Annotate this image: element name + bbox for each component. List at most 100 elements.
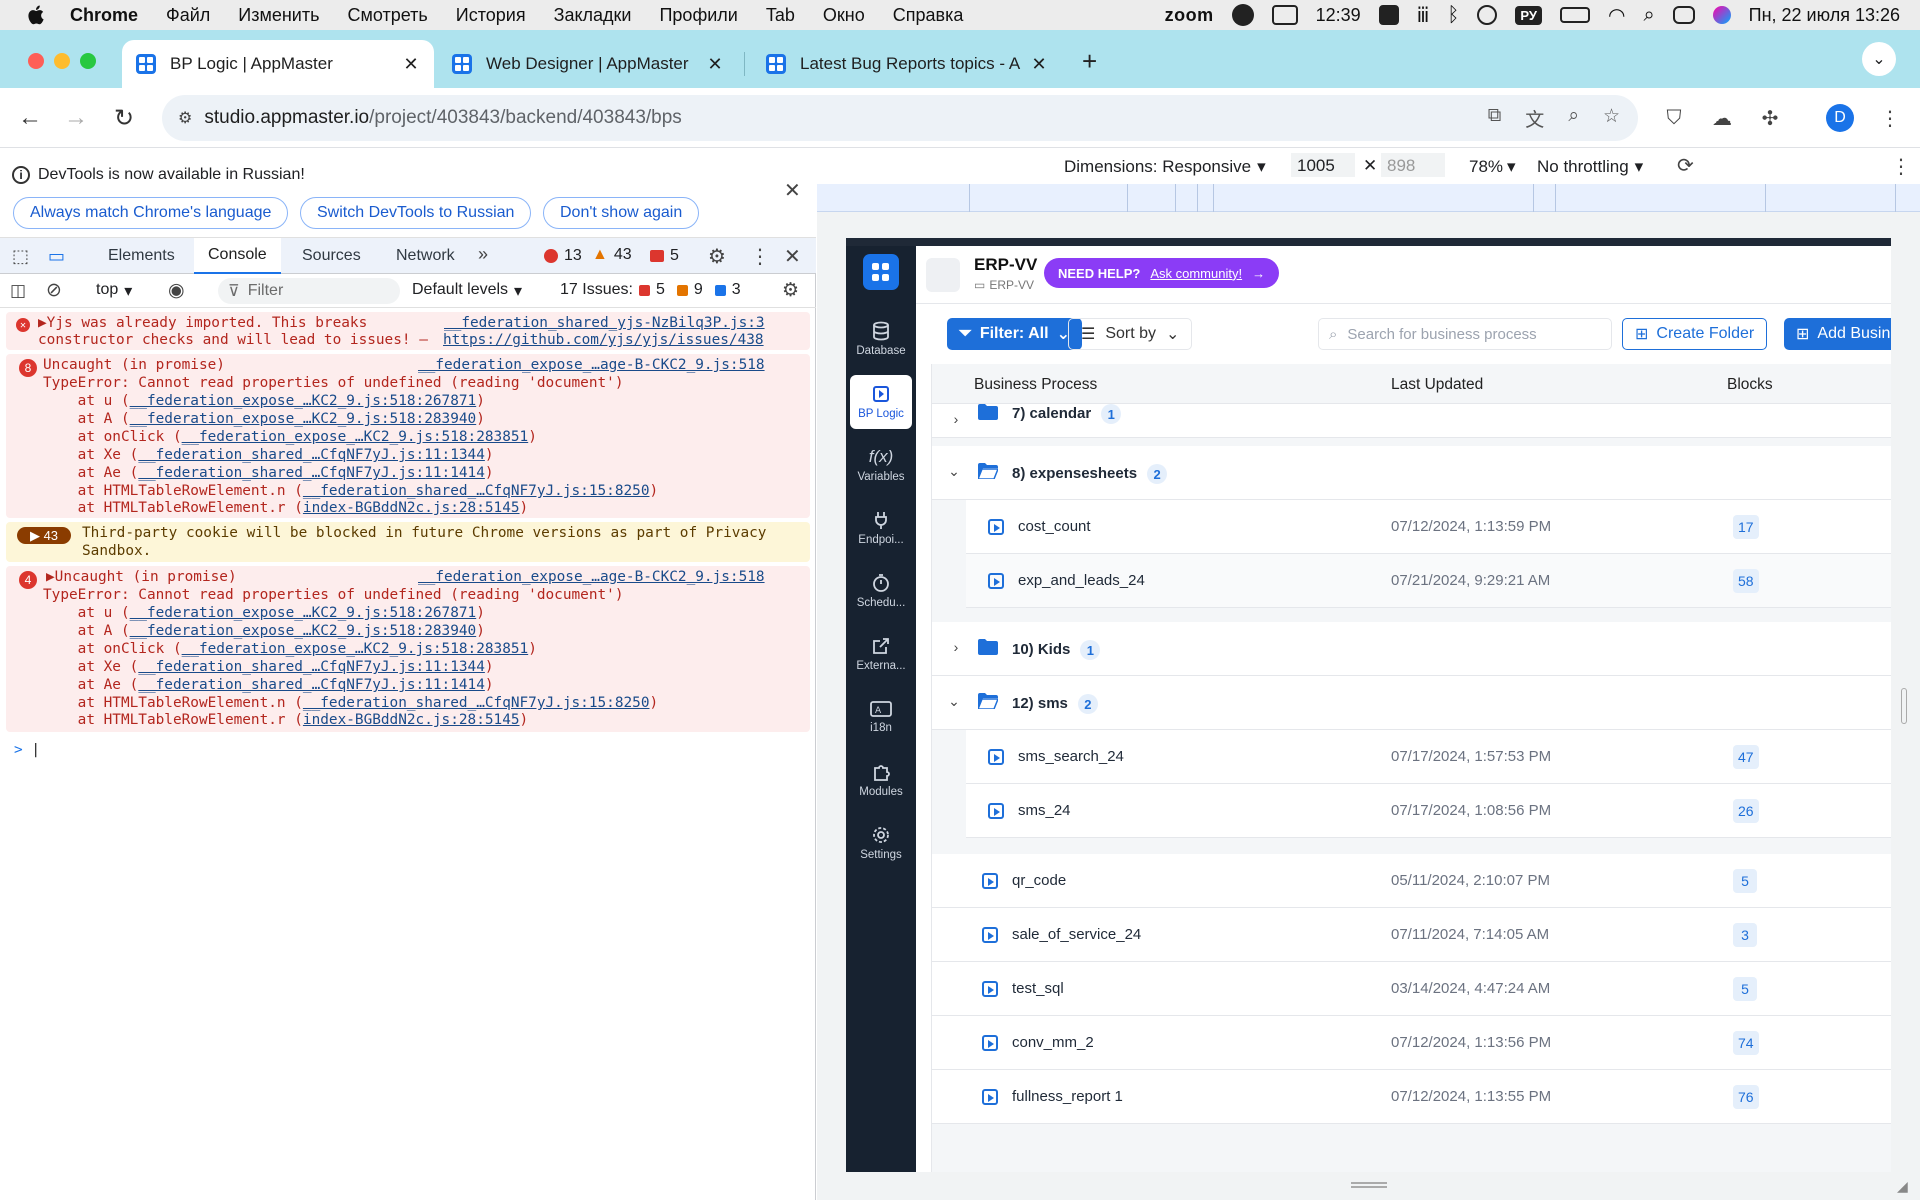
device-toolbar-icon[interactable]: ▭ xyxy=(48,246,65,267)
siri-icon[interactable] xyxy=(1712,6,1731,24)
close-window-button[interactable] xyxy=(28,53,44,69)
clear-console-icon[interactable]: ⊘ xyxy=(46,279,62,302)
menu-view[interactable]: Смотреть xyxy=(347,5,427,26)
tab-console[interactable]: Console xyxy=(194,238,281,274)
profile-avatar[interactable]: D xyxy=(1826,104,1854,132)
need-help-pill[interactable]: NEED HELP? Ask community! → xyxy=(1044,258,1280,288)
zoom-dropdown[interactable]: 78% ▾ xyxy=(1469,157,1516,177)
source-link[interactable]: __federation_shared_yjs-NzBilq3P.js:3 xyxy=(444,315,765,333)
menu-history[interactable]: История xyxy=(456,5,526,26)
source-link[interactable]: __federation_expose_…KC2_9.js:518:267871 xyxy=(130,393,477,409)
chevron-down-icon[interactable]: ⌄ xyxy=(944,461,964,481)
bookmark-star-icon[interactable]: ☆ xyxy=(1603,105,1620,132)
folder-row[interactable]: › 10) Kids 1 xyxy=(932,622,1891,676)
menu-tab[interactable]: Tab xyxy=(766,5,795,26)
console-filter-input[interactable]: ⊽ Filter xyxy=(218,278,400,304)
device-menu-icon[interactable]: ⋮ xyxy=(1891,154,1911,179)
bp-row[interactable]: sms_search_24 07/17/2024, 1:57:53 PM 47 xyxy=(966,730,1891,784)
telegram-icon[interactable] xyxy=(1231,4,1254,26)
appmaster-logo-icon[interactable] xyxy=(863,254,899,290)
tab-bp-logic[interactable]: BP Logic | AppMaster ✕ xyxy=(122,40,434,88)
folder-row[interactable]: ⌄ 8) expensesheets 2 xyxy=(932,446,1891,500)
menu-bookmarks[interactable]: Закладки xyxy=(554,5,632,26)
open-in-app-icon[interactable]: ⧉ xyxy=(1488,105,1502,132)
extensions-puzzle-icon[interactable]: ✣ xyxy=(1756,104,1784,132)
column-last-updated[interactable]: Last Updated xyxy=(1391,376,1483,394)
source-link[interactable]: __federation_shared_…CfqNF7yJ.js:11:1414 xyxy=(138,677,485,693)
menu-profiles[interactable]: Профили xyxy=(659,5,737,26)
clock-time[interactable]: 12:39 xyxy=(1316,5,1361,26)
live-expression-eye-icon[interactable]: ◉ xyxy=(168,279,185,302)
reload-button[interactable]: ↻ xyxy=(110,104,138,132)
source-link[interactable]: __federation_shared_…CfqNF7yJ.js:15:8250 xyxy=(303,695,650,711)
wifi-icon[interactable]: ◠ xyxy=(1608,3,1625,28)
bluetooth-icon[interactable]: ᛒ xyxy=(1447,4,1459,27)
console-prompt[interactable]: > | xyxy=(14,742,40,760)
source-link[interactable]: index-BGBddN2c.js:28:5145 xyxy=(303,500,520,516)
context-selector[interactable]: top ▾ xyxy=(96,281,132,301)
chevron-down-icon[interactable]: ⌄ xyxy=(944,691,964,711)
chevron-right-icon[interactable]: › xyxy=(946,637,966,657)
bp-row[interactable]: sms_24 07/17/2024, 1:08:56 PM 26 xyxy=(966,784,1891,838)
battery-icon[interactable] xyxy=(1559,7,1590,23)
source-link[interactable]: https://github.com/yjs/yjs/issues/438 xyxy=(443,332,764,350)
source-link[interactable]: __federation_expose_…KC2_9.js:518:283851 xyxy=(182,641,529,657)
date-time[interactable]: Пн, 22 июля 13:26 xyxy=(1749,5,1900,26)
search-process-input[interactable]: ⌕ Search for business process xyxy=(1318,318,1612,350)
bp-row[interactable]: fullness_report 1 07/12/2024, 1:13:55 PM… xyxy=(932,1070,1891,1124)
stage-manager-icon[interactable] xyxy=(1378,5,1399,25)
zoom-status[interactable]: zoom xyxy=(1165,5,1214,26)
issues-summary[interactable]: 17 Issues: 5 9 3 xyxy=(560,281,741,299)
close-tab-icon[interactable]: ✕ xyxy=(1028,54,1050,75)
resize-corner-icon[interactable]: ◢ xyxy=(1897,1178,1908,1195)
dimensions-dropdown[interactable]: Dimensions: Responsive ▾ xyxy=(1064,157,1266,177)
close-devtools-icon[interactable]: ✕ xyxy=(784,244,801,269)
extension-cloud-icon[interactable]: ☁ xyxy=(1708,104,1736,132)
tab-elements[interactable]: Elements xyxy=(108,238,175,274)
translate-icon[interactable]: 文 xyxy=(1525,105,1544,132)
project-avatar[interactable] xyxy=(926,258,960,292)
sort-button[interactable]: ☰ Sort by ⌄ xyxy=(1068,318,1193,350)
folder-row[interactable]: ⌄ 12) sms 2 xyxy=(932,676,1891,730)
tab-network[interactable]: Network xyxy=(396,238,455,274)
width-input[interactable]: 1005 xyxy=(1291,153,1355,177)
sidebar-item-endpoints[interactable]: Endpoi... xyxy=(850,501,912,555)
switch-devtools-russian-button[interactable]: Switch DevTools to Russian xyxy=(300,197,532,229)
close-tab-icon[interactable]: ✕ xyxy=(704,54,726,75)
site-info-icon[interactable]: ⚙ xyxy=(178,108,192,128)
menu-window[interactable]: Окно xyxy=(823,5,865,26)
issues-count[interactable]: 5 xyxy=(650,247,679,265)
menu-file[interactable]: Файл xyxy=(166,5,210,26)
bp-row[interactable]: cost_count 07/12/2024, 1:13:59 PM 17 xyxy=(966,500,1891,554)
console-error-entry[interactable]: 8 Uncaught (in promise) __federation_exp… xyxy=(6,354,810,518)
inspect-element-icon[interactable]: ⬚ xyxy=(12,246,29,267)
forward-button[interactable]: → xyxy=(62,104,90,132)
source-link[interactable]: __federation_shared_…CfqNF7yJ.js:11:1344 xyxy=(138,659,485,675)
error-count[interactable]: 13 xyxy=(544,247,582,265)
resize-handle-right[interactable] xyxy=(1901,688,1907,724)
height-input[interactable]: 898 xyxy=(1381,153,1445,177)
sidebar-item-i18n[interactable]: A i18n xyxy=(850,690,912,744)
close-infobar-icon[interactable]: ✕ xyxy=(784,178,801,203)
menu-help[interactable]: Справка xyxy=(893,5,964,26)
ask-community-link[interactable]: Ask community! xyxy=(1150,266,1242,281)
apple-icon[interactable] xyxy=(26,4,48,26)
back-button[interactable]: ← xyxy=(16,104,44,132)
log-levels-dropdown[interactable]: Default levels ▾ xyxy=(412,281,522,301)
zoom-icon[interactable]: ⌕ xyxy=(1568,105,1579,132)
sidebar-toggle-icon[interactable]: ◫ xyxy=(10,281,26,301)
sidebar-item-external[interactable]: Externa... xyxy=(850,627,912,681)
sidebar-item-settings[interactable]: Settings xyxy=(850,816,912,870)
close-tab-icon[interactable]: ✕ xyxy=(400,54,422,75)
minimize-window-button[interactable] xyxy=(54,53,70,69)
console-warning-entry[interactable]: ▶ 43 Third-party cookie will be blocked … xyxy=(6,522,810,562)
sidebar-item-bp-logic[interactable]: BP Logic xyxy=(850,375,912,429)
source-link[interactable]: __federation_expose_…KC2_9.js:518:283940 xyxy=(130,411,477,427)
sidebar-item-variables[interactable]: f(x) Variables xyxy=(850,438,912,492)
console-settings-icon[interactable]: ⚙ xyxy=(782,279,799,302)
source-link[interactable]: __federation_shared_…CfqNF7yJ.js:11:1414 xyxy=(138,465,485,481)
source-link[interactable]: index-BGBddN2c.js:28:5145 xyxy=(303,712,520,728)
bp-row[interactable]: qr_code 05/11/2024, 2:10:07 PM 5 xyxy=(932,854,1891,908)
column-business-process[interactable]: Business Process xyxy=(974,376,1097,394)
console-error-entry[interactable]: 4 ▶Uncaught (in promise) __federation_ex… xyxy=(6,566,810,732)
